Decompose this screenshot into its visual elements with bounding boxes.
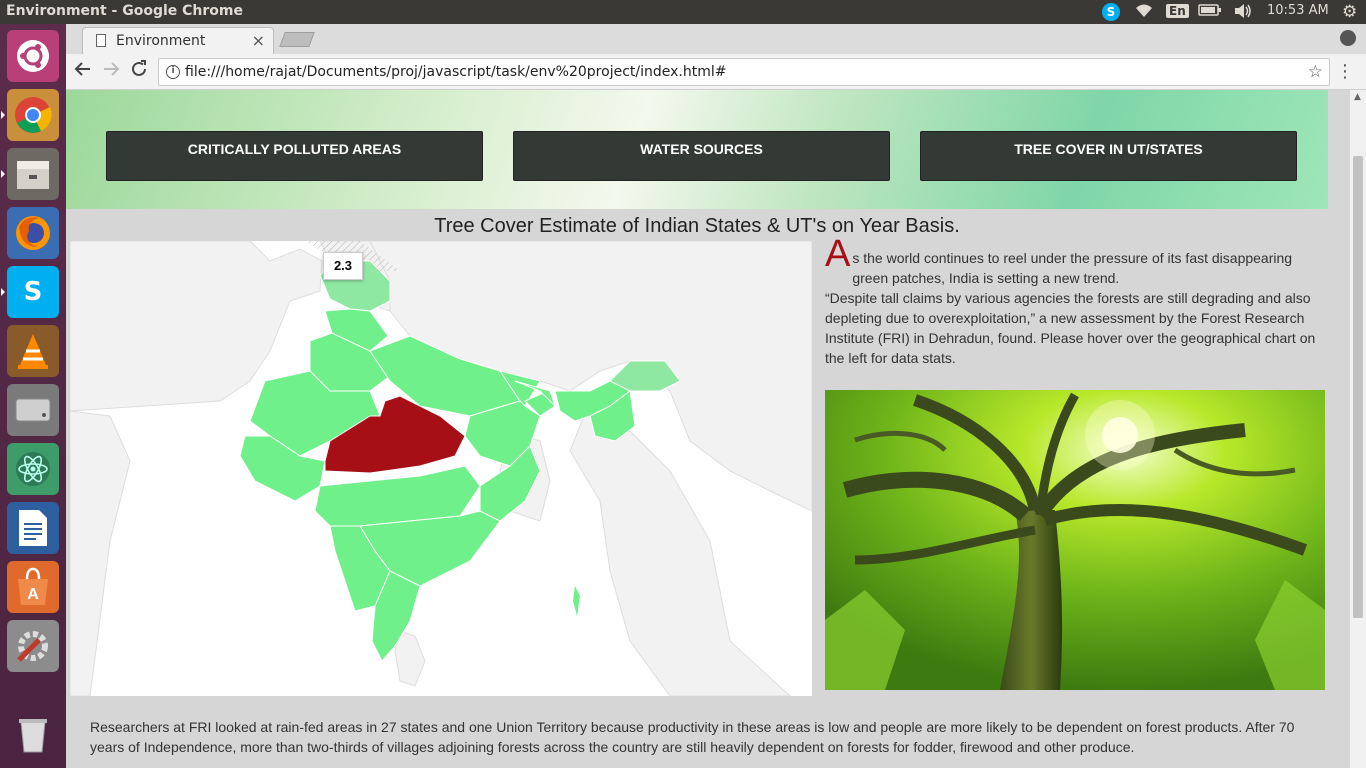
tab-title: Environment (116, 33, 206, 49)
disk-icon[interactable] (7, 384, 59, 436)
tree-image (825, 390, 1325, 690)
tree-cover-button[interactable]: TREE COVER IN UT/STATES (920, 131, 1297, 181)
system-top-bar: Environment - Google Chrome S En 10:53 A… (0, 0, 1366, 24)
launcher: S A (0, 24, 66, 768)
intro-paragraph: A s the world continues to reel under th… (825, 233, 1325, 368)
chrome-icon[interactable] (7, 89, 59, 141)
volume-icon[interactable] (1233, 3, 1253, 23)
hero-banner: CRITICALLY POLLUTED AREAS WATER SOURCES … (66, 90, 1328, 209)
drop-cap: A (825, 233, 851, 275)
page-icon (96, 34, 106, 47)
running-indicator (1, 288, 5, 296)
critically-polluted-areas-button[interactable]: CRITICALLY POLLUTED AREAS (106, 131, 483, 181)
bottom-paragraph: Researchers at FRI looked at rain-fed ar… (90, 719, 1295, 755)
running-indicator (1, 170, 5, 178)
address-bar[interactable]: i file:///home/rajat/Documents/proj/java… (158, 58, 1330, 86)
back-icon[interactable] (71, 60, 95, 83)
files-icon[interactable] (7, 148, 59, 200)
firefox-icon[interactable] (7, 207, 59, 259)
new-tab-button[interactable] (279, 32, 315, 47)
clock[interactable]: 10:53 AM (1267, 3, 1329, 18)
reload-icon[interactable] (127, 60, 151, 83)
map-tooltip: 2.3 (323, 252, 363, 280)
forward-icon[interactable] (99, 60, 123, 83)
intro-text: s the world continues to reel under the … (852, 250, 1293, 286)
section-heading: Tree Cover Estimate of Indian States & U… (434, 215, 960, 237)
water-sources-button[interactable]: WATER SOURCES (513, 131, 890, 181)
profile-icon[interactable] (1340, 30, 1356, 46)
tab-close-icon[interactable]: × (252, 31, 265, 50)
running-indicator (1, 111, 5, 119)
keyboard-lang-indicator[interactable]: En (1166, 4, 1189, 18)
writer-icon[interactable] (7, 502, 59, 554)
menu-kebab-icon[interactable]: ⋮ (1336, 61, 1354, 82)
software-center-icon[interactable]: A (7, 561, 59, 613)
atom-icon[interactable] (7, 443, 59, 495)
bookmark-star-icon[interactable]: ☆ (1308, 62, 1323, 82)
page-viewport: CRITICALLY POLLUTED AREAS WATER SOURCES … (66, 90, 1350, 768)
wifi-icon[interactable] (1134, 3, 1154, 23)
tab-environment[interactable]: Environment × (82, 27, 274, 54)
url-text[interactable]: file:///home/rajat/Documents/proj/javasc… (185, 64, 726, 80)
tab-strip: Environment × (66, 24, 1366, 54)
skype-tray-icon[interactable]: S (1102, 3, 1120, 21)
intro-quote: “Despite tall claims by various agencies… (825, 290, 1316, 366)
skype-icon[interactable]: S (7, 266, 59, 318)
page-scrollbar[interactable]: ▲ (1350, 90, 1366, 768)
india-map-chart[interactable] (69, 240, 813, 697)
system-gear-icon[interactable]: ⚙ (1342, 2, 1357, 22)
svg-text:A: A (27, 586, 39, 603)
browser-toolbar: i file:///home/rajat/Documents/proj/java… (66, 54, 1366, 90)
battery-icon[interactable] (1198, 3, 1222, 21)
scroll-up-icon[interactable]: ▲ (1354, 92, 1361, 102)
ubuntu-dash-icon[interactable] (7, 30, 59, 82)
window-title: Environment - Google Chrome (6, 3, 244, 19)
info-icon[interactable]: i (166, 65, 180, 79)
scrollbar-thumb[interactable] (1353, 156, 1363, 618)
vlc-icon[interactable] (7, 325, 59, 377)
settings-icon[interactable] (7, 620, 59, 672)
browser-window: Environment × i file:///home/rajat/Docum… (66, 24, 1366, 768)
trash-icon[interactable] (7, 708, 59, 760)
